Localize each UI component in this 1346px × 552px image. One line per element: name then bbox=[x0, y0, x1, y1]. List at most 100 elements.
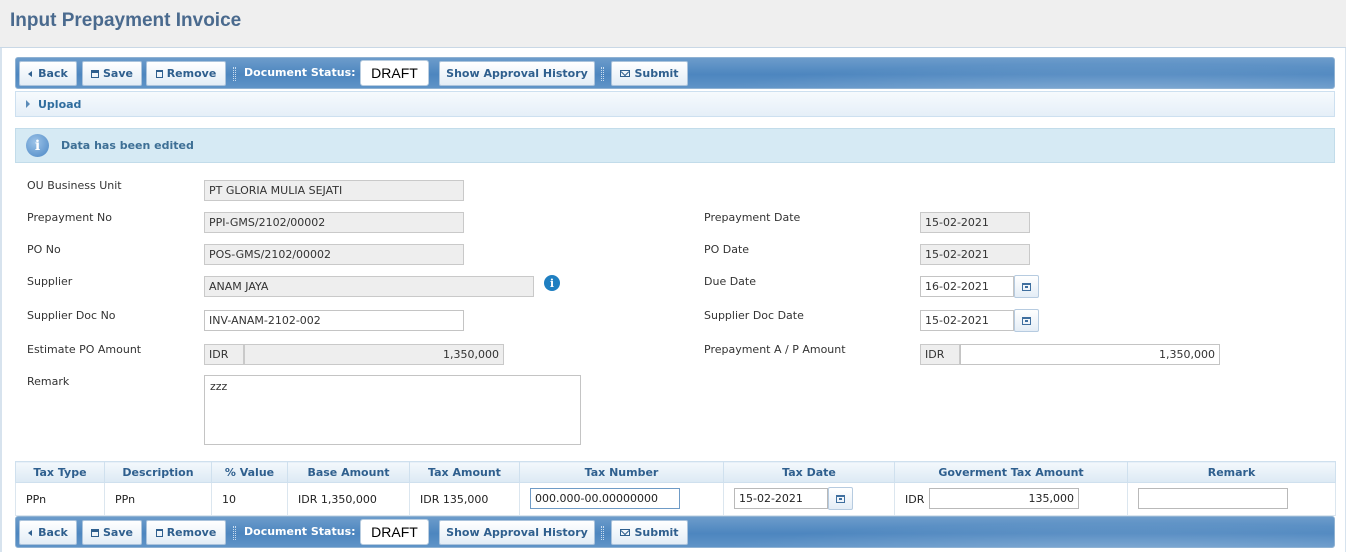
prepayment-date-label: Prepayment Date bbox=[704, 211, 801, 224]
submit-button-label: Submit bbox=[634, 526, 679, 539]
header-base-amount: Base Amount bbox=[287, 461, 410, 483]
cell-tax-amount: IDR 135,000 bbox=[409, 482, 520, 516]
toolbar-separator bbox=[233, 526, 236, 540]
cell-government-tax-amount: IDR 135,000 bbox=[894, 482, 1128, 516]
info-notice-text: Data has been edited bbox=[61, 139, 194, 152]
trash-icon bbox=[155, 528, 163, 537]
header-tax-date: Tax Date bbox=[723, 461, 895, 483]
document-status-badge: DRAFT bbox=[360, 519, 429, 545]
calendar-icon bbox=[1022, 316, 1031, 325]
tax-date-calendar-button[interactable] bbox=[828, 487, 853, 510]
cell-remark bbox=[1127, 482, 1336, 516]
remove-button-label: Remove bbox=[166, 526, 217, 539]
header-tax-amount: Tax Amount bbox=[409, 461, 520, 483]
toolbar-separator bbox=[601, 67, 604, 81]
gov-tax-currency: IDR bbox=[905, 492, 925, 506]
chevron-right-icon bbox=[26, 100, 30, 108]
page-title: Input Prepayment Invoice bbox=[10, 10, 242, 31]
submit-button[interactable]: Submit bbox=[611, 520, 688, 545]
mail-icon bbox=[620, 70, 631, 77]
remove-button-label: Remove bbox=[166, 67, 217, 80]
back-button-label: Back bbox=[38, 526, 68, 539]
cell-description: PPn bbox=[104, 482, 212, 516]
document-status-badge: DRAFT bbox=[360, 60, 429, 86]
header-percent-value: % Value bbox=[211, 461, 288, 483]
tax-remark-input[interactable] bbox=[1138, 488, 1288, 509]
header-description: Description bbox=[104, 461, 212, 483]
back-arrow-icon bbox=[28, 70, 33, 77]
prepayment-ap-amount-label: Prepayment A / P Amount bbox=[704, 343, 846, 356]
estimate-currency-field: IDR bbox=[204, 344, 244, 365]
submit-button[interactable]: Submit bbox=[611, 61, 688, 86]
remark-textarea[interactable]: zzz bbox=[204, 375, 581, 445]
info-icon: i bbox=[26, 134, 49, 157]
submit-button-label: Submit bbox=[634, 67, 679, 80]
cell-tax-type: PPn bbox=[15, 482, 105, 516]
toolbar-separator bbox=[601, 526, 604, 540]
show-approval-history-button[interactable]: Show Approval History bbox=[439, 520, 595, 545]
supplier-doc-no-input[interactable]: INV-ANAM-2102-002 bbox=[204, 310, 464, 331]
cell-tax-date: 15-02-2021 bbox=[723, 482, 895, 516]
cell-tax-number: 000.000-00.00000000 bbox=[519, 482, 724, 516]
ou-business-unit-field: PT GLORIA MULIA SEJATI bbox=[204, 180, 464, 201]
document-status-label: Document Status: bbox=[244, 66, 356, 79]
calendar-icon bbox=[1022, 282, 1031, 291]
supplier-doc-no-label: Supplier Doc No bbox=[27, 309, 116, 322]
bottom-toolbar: Back Save Remove Document Status: DRAFT … bbox=[15, 516, 1335, 548]
toolbar-separator bbox=[233, 67, 236, 81]
back-button[interactable]: Back bbox=[19, 61, 77, 86]
estimate-po-amount-field: 1,350,000 bbox=[244, 344, 504, 365]
save-button-label: Save bbox=[103, 67, 133, 80]
top-toolbar: Back Save Remove Document Status: DRAFT … bbox=[15, 57, 1335, 89]
toolbar-wave-decoration bbox=[634, 517, 1334, 547]
table-row: PPn PPn 10 IDR 1,350,000 IDR 135,000 000… bbox=[15, 482, 1336, 516]
save-disk-icon bbox=[91, 528, 99, 537]
supplier-field: ANAM JAYA bbox=[204, 276, 534, 297]
page-header: Input Prepayment Invoice bbox=[0, 0, 1346, 48]
due-date-calendar-button[interactable] bbox=[1014, 275, 1039, 298]
supplier-doc-date-input[interactable]: 15-02-2021 bbox=[920, 310, 1014, 331]
upload-toggle[interactable]: Upload bbox=[15, 91, 1335, 117]
cell-base-amount: IDR 1,350,000 bbox=[287, 482, 410, 516]
tax-number-input[interactable]: 000.000-00.00000000 bbox=[530, 488, 680, 509]
prepayment-no-field: PPI-GMS/2102/00002 bbox=[204, 212, 464, 233]
back-arrow-icon bbox=[28, 529, 33, 536]
remove-button[interactable]: Remove bbox=[146, 520, 226, 545]
show-approval-history-button[interactable]: Show Approval History bbox=[439, 61, 595, 86]
tax-table-header-row: Tax Type Description % Value Base Amount… bbox=[15, 461, 1336, 483]
back-button[interactable]: Back bbox=[19, 520, 77, 545]
prepayment-ap-amount-input[interactable]: 1,350,000 bbox=[960, 344, 1220, 365]
save-button[interactable]: Save bbox=[82, 61, 142, 86]
remove-button[interactable]: Remove bbox=[146, 61, 226, 86]
document-status-label: Document Status: bbox=[244, 525, 356, 538]
supplier-info-icon[interactable]: i bbox=[544, 275, 560, 291]
tax-date-input[interactable]: 15-02-2021 bbox=[734, 488, 828, 509]
ap-currency-field: IDR bbox=[920, 344, 960, 365]
prepayment-date-field: 15-02-2021 bbox=[920, 212, 1030, 233]
info-notice: i Data has been edited bbox=[15, 128, 1335, 163]
po-date-label: PO Date bbox=[704, 243, 750, 256]
po-date-field: 15-02-2021 bbox=[920, 244, 1030, 265]
calendar-icon bbox=[836, 494, 845, 503]
save-button-label: Save bbox=[103, 526, 133, 539]
due-date-input[interactable]: 16-02-2021 bbox=[920, 276, 1014, 297]
supplier-doc-date-calendar-button[interactable] bbox=[1014, 309, 1039, 332]
po-no-label: PO No bbox=[27, 243, 61, 256]
header-tax-number: Tax Number bbox=[519, 461, 724, 483]
supplier-label: Supplier bbox=[27, 275, 73, 288]
mail-icon bbox=[620, 529, 631, 536]
save-disk-icon bbox=[91, 69, 99, 78]
upload-label: Upload bbox=[38, 97, 82, 111]
supplier-doc-date-label: Supplier Doc Date bbox=[704, 309, 804, 322]
left-border bbox=[0, 48, 2, 552]
save-button[interactable]: Save bbox=[82, 520, 142, 545]
cell-percent-value: 10 bbox=[211, 482, 288, 516]
gov-tax-amount-input[interactable]: 135,000 bbox=[929, 488, 1079, 509]
prepayment-no-label: Prepayment No bbox=[27, 211, 112, 224]
header-government-tax-amount: Goverment Tax Amount bbox=[894, 461, 1128, 483]
back-button-label: Back bbox=[38, 67, 68, 80]
header-remark: Remark bbox=[1127, 461, 1336, 483]
ou-business-unit-label: OU Business Unit bbox=[27, 179, 122, 192]
toolbar-wave-decoration bbox=[634, 58, 1334, 88]
tax-table: Tax Type Description % Value Base Amount… bbox=[15, 461, 1336, 516]
